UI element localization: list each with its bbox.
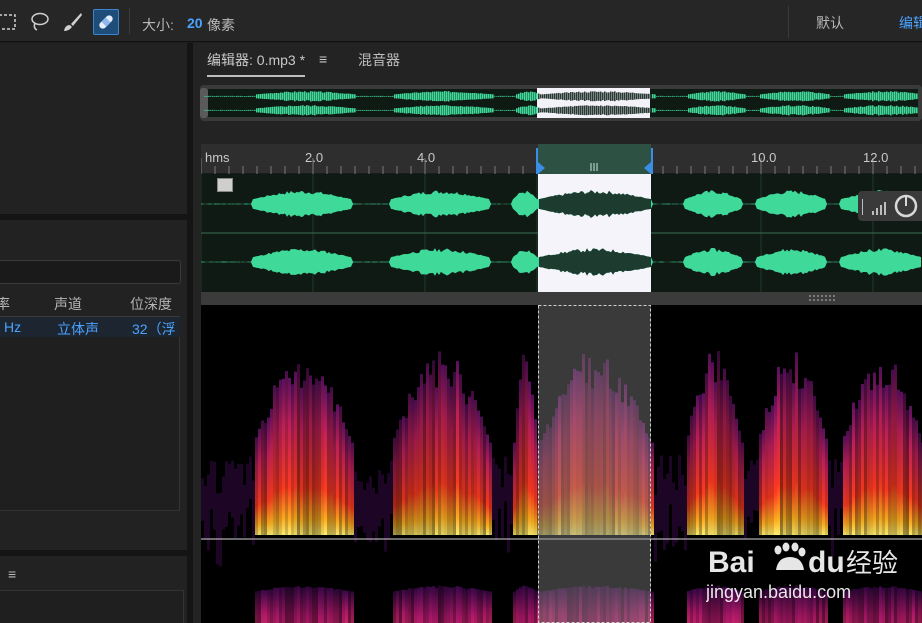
brush-icon [64, 13, 82, 31]
cell-bit-depth: 32（浮 [132, 321, 176, 337]
files-panel: 率 声道 位深度 Hz 立体声 32（浮 [0, 220, 187, 550]
brush-size-value[interactable]: 20 [187, 15, 203, 31]
editor-panel: 编辑器: 0.mp3 * ≡ 混音器 hms 2.0 4.0 10.0 12.0 [193, 43, 922, 623]
svg-text:jingyan.baidu.com: jingyan.baidu.com [706, 582, 851, 602]
svg-text:经验: 经验 [846, 549, 898, 579]
cell-sample-rate: Hz [4, 319, 22, 335]
stereo-waveform [201, 174, 922, 292]
cell-channels: 立体声 [57, 321, 99, 337]
column-header-channels[interactable]: 声道 [54, 294, 82, 314]
brush-size-unit: 像素 [207, 17, 235, 33]
volume-knob-icon [862, 194, 918, 218]
marquee-icon [0, 14, 16, 30]
toolbar-separator [129, 8, 130, 34]
baidu-watermark: Bai du 经验 jingyan.baidu.com [705, 538, 916, 608]
top-toolbar: 大小: 20 像素 默认 编辑 [0, 0, 922, 42]
brush-tool-button[interactable] [59, 9, 85, 35]
waveform-display[interactable] [201, 174, 922, 292]
workspace-edit-button[interactable]: 编辑 [899, 13, 922, 33]
healing-brush-tool-button[interactable] [93, 9, 119, 35]
brush-size-label: 大小: [142, 17, 174, 33]
tab-menu-icon[interactable]: ≡ [319, 51, 327, 67]
column-header-sample-rate[interactable]: 率 [0, 294, 10, 314]
ruler-label: 2.0 [305, 150, 324, 165]
ruler-label: 4.0 [417, 150, 436, 165]
overview-waveform [200, 88, 918, 118]
files-search-input[interactable] [0, 260, 181, 284]
files-list-area[interactable] [0, 337, 180, 511]
left-bottom-panel: ≡ [0, 556, 187, 623]
workspace-default-button[interactable]: 默认 [816, 13, 844, 33]
lasso-icon [31, 12, 49, 31]
grip-handle-icon [809, 295, 835, 301]
ruler-label: 10.0 [751, 150, 777, 165]
panel-menu-icon[interactable]: ≡ [8, 566, 16, 582]
baidu-logo: Bai du 经验 jingyan.baidu.com [705, 542, 898, 602]
svg-text:du: du [808, 546, 845, 579]
table-row[interactable]: Hz 立体声 32（浮 [0, 317, 180, 337]
overview-navigator[interactable] [200, 85, 922, 121]
volume-hud[interactable] [858, 191, 922, 221]
editor-splitter-bar[interactable] [201, 292, 922, 305]
lasso-tool-button[interactable] [26, 9, 52, 35]
marquee-tool-button[interactable] [0, 9, 20, 35]
tab-mixer[interactable]: 混音器 [358, 50, 400, 70]
ruler-unit-label: hms [205, 150, 230, 165]
hud-toggle-icon[interactable] [217, 178, 233, 192]
left-top-panel [0, 43, 187, 214]
time-ruler[interactable]: hms 2.0 4.0 10.0 12.0 [201, 144, 922, 174]
panel-content-box [0, 590, 184, 623]
column-header-bit-depth[interactable]: 位深度 [130, 294, 172, 314]
workspace-separator [788, 6, 789, 38]
ruler-label: 12.0 [863, 150, 889, 165]
healing-brush-icon [99, 15, 113, 29]
tab-editor[interactable]: 编辑器: 0.mp3 * [207, 50, 306, 77]
svg-text:Bai: Bai [708, 546, 755, 579]
